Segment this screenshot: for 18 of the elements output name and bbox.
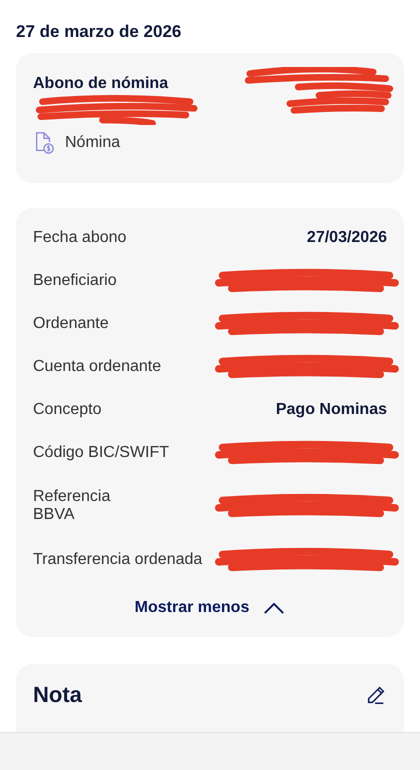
field-label: Fecha abono <box>33 228 126 246</box>
edit-icon[interactable] <box>365 684 387 706</box>
field-label: Cuenta ordenante <box>33 358 162 376</box>
field-label: Transferencia ordenada <box>33 550 202 568</box>
show-less-button[interactable]: Mostrar menos <box>126 591 294 625</box>
field-label: Beneficiario <box>33 272 117 290</box>
field-value: 27/03/2026 <box>306 228 387 246</box>
field-label: Referencia BBVA <box>33 488 112 524</box>
field-label: Ordenante <box>33 314 109 332</box>
field-value: Pago Nominas <box>276 400 387 418</box>
note-title: Nota <box>33 682 82 708</box>
chevron-icon <box>263 602 286 614</box>
category-label: Nómina <box>65 134 120 152</box>
field-label: Código BIC/SWIFT <box>33 444 170 462</box>
field-label: Concepto <box>33 400 102 418</box>
transaction-title: Abono de nómina <box>33 75 168 93</box>
document-money-icon <box>33 131 55 155</box>
date-heading: 27 de marzo de 2026 <box>15 21 182 43</box>
